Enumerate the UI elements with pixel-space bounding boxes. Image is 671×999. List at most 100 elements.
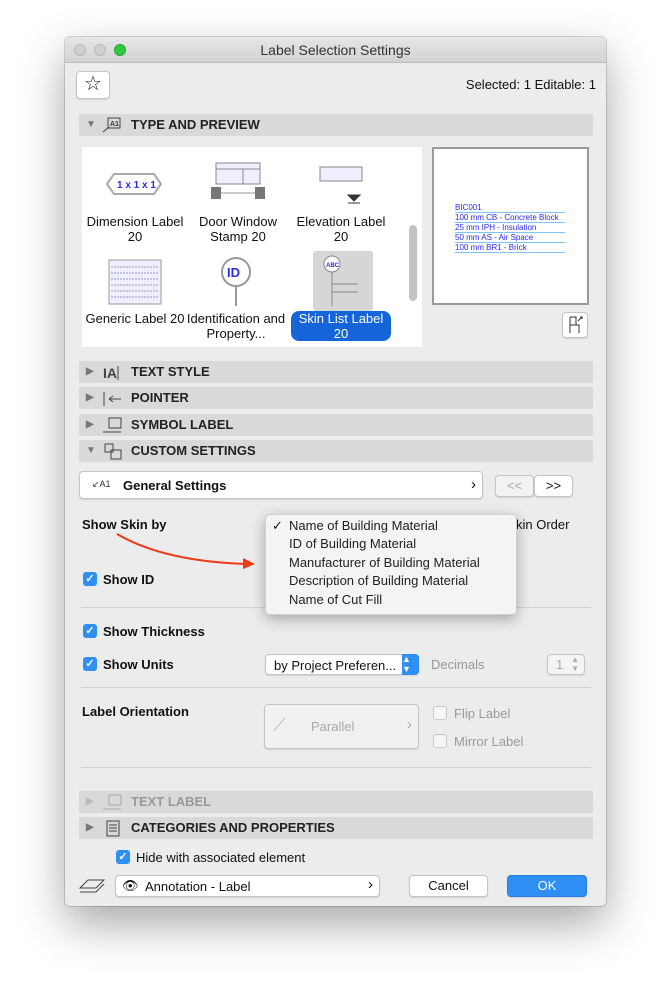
cancel-button[interactable]: Cancel — [409, 875, 488, 897]
section-title: POINTER — [131, 390, 189, 405]
section-title: CUSTOM SETTINGS — [131, 443, 256, 458]
layers-icon — [78, 879, 106, 893]
menu-item[interactable]: Manufacturer of Building Material — [289, 555, 480, 570]
page-icon: ↙A1 — [92, 479, 111, 489]
section-custom-settings[interactable]: ▼ CUSTOM SETTINGS — [79, 440, 593, 462]
menu-item[interactable]: Name of Cut Fill — [289, 592, 382, 607]
orientation-icon: ⟋ — [273, 715, 286, 735]
chair-icon — [569, 316, 583, 333]
close-button[interactable] — [74, 44, 86, 56]
favorites-button[interactable]: ☆ — [76, 71, 110, 99]
units-value: by Project Preferen... — [274, 658, 397, 673]
svg-text:ID: ID — [227, 265, 240, 280]
svg-text:1 x 1 x 1: 1 x 1 x 1 — [117, 180, 156, 191]
chevron-right-icon: › — [407, 716, 412, 733]
flip-label-label: Flip Label — [454, 706, 511, 721]
selection-count: Selected: 1 Editable: 1 — [465, 77, 596, 92]
svg-text:ABC: ABC — [326, 263, 340, 269]
show-skin-by-dropdown-menu: ✓ Name of Building Material ID of Buildi… — [265, 514, 517, 615]
show-units-label: Show Units — [103, 657, 174, 672]
star-icon: ☆ — [84, 73, 102, 95]
show-thickness-label: Show Thickness — [103, 624, 205, 639]
orientation-selector[interactable]: ⟋ Parallel › — [264, 704, 419, 749]
item-label: Generic Label 20 — [85, 311, 185, 326]
section-text-label[interactable]: ▶ TEXT LABEL — [79, 791, 593, 813]
skin-order-label: kin Order — [516, 517, 570, 532]
annotation-arrow — [116, 533, 255, 569]
decimals-label: Decimals — [431, 657, 485, 672]
mirror-label-label: Mirror Label — [454, 734, 524, 749]
preview-3d-button[interactable] — [562, 312, 588, 338]
preview-line: 100 mm CB - Concrete Block — [455, 213, 565, 223]
section-title: TEXT STYLE — [131, 364, 210, 379]
item-label: Elevation Label 20 — [296, 214, 386, 244]
orientation-value: Parallel — [311, 719, 355, 734]
dimension-label-icon: 1 x 1 x 1 — [106, 173, 162, 195]
identification-label-icon: ID — [221, 257, 251, 306]
skin-list-label-icon: ABC — [323, 255, 358, 306]
scrollbar-thumb[interactable] — [409, 225, 417, 301]
zoom-button[interactable] — [114, 44, 126, 56]
section-title: CATEGORIES AND PROPERTIES — [131, 820, 335, 835]
prev-page-button[interactable]: << — [495, 475, 534, 497]
flip-label-checkbox[interactable] — [433, 706, 447, 720]
elevation-label-icon — [319, 166, 363, 204]
layer-selector[interactable]: 👁 Annotation - Label › — [115, 875, 380, 897]
show-id-label: Show ID — [103, 572, 155, 587]
generic-label-icon — [108, 259, 162, 305]
show-units-checkbox[interactable]: ✓ — [83, 657, 97, 671]
section-title: SYMBOL LABEL — [131, 417, 234, 432]
custom-settings-icon — [104, 443, 122, 460]
minimize-button[interactable] — [94, 44, 106, 56]
disclosure-open-icon: ▼ — [86, 445, 96, 456]
section-title: TYPE AND PREVIEW — [131, 117, 260, 132]
stepper-arrows-icon: ▲ ▼ — [402, 654, 419, 675]
label-type-icon: A1 — [102, 117, 121, 133]
section-pointer[interactable]: ▶ POINTER — [79, 387, 593, 409]
decimals-stepper[interactable]: 1 ▲ ▼ — [547, 654, 585, 675]
next-page-button[interactable]: >> — [534, 475, 573, 497]
svg-text:A1: A1 — [110, 121, 119, 128]
preview-line: 50 mm AS - Air Space — [455, 233, 565, 243]
door-window-stamp-icon — [211, 162, 265, 199]
divider — [81, 767, 591, 768]
window-title: Label Selection Settings — [260, 42, 411, 58]
library-list[interactable]: 1 x 1 x 1 Dimension Label 20 Door Window… — [82, 147, 422, 347]
decimals-value: 1 — [556, 657, 564, 672]
show-skin-by-label: Show Skin by — [82, 517, 167, 532]
section-symbol-label[interactable]: ▶ SYMBOL LABEL — [79, 414, 593, 436]
mirror-label-checkbox[interactable] — [433, 734, 447, 748]
menu-item[interactable]: Description of Building Material — [289, 573, 468, 588]
text-label-icon — [103, 794, 122, 810]
label-preview: BIC001 100 mm CB - Concrete Block 25 mm … — [432, 147, 589, 305]
disclosure-closed-icon: ▶ — [86, 822, 94, 833]
section-text-style[interactable]: ▶ IA TEXT STYLE — [79, 361, 593, 383]
page-name: General Settings — [123, 478, 227, 493]
hide-with-element-checkbox[interactable]: ✓ — [116, 850, 130, 864]
ok-button[interactable]: OK — [507, 875, 587, 897]
item-label: Dimension Label 20 — [86, 214, 184, 244]
menu-item[interactable]: Name of Building Material — [289, 518, 438, 533]
section-categories-properties[interactable]: ▶ CATEGORIES AND PROPERTIES — [79, 817, 593, 839]
pointer-icon — [103, 392, 121, 406]
disclosure-closed-icon: ▶ — [86, 392, 94, 403]
item-label-selected: Skin List Label 20 — [291, 311, 391, 341]
chevron-right-icon: › — [471, 476, 476, 493]
units-select[interactable]: by Project Preferen... ▲ ▼ — [265, 654, 419, 675]
disclosure-open-icon: ▼ — [86, 119, 96, 130]
section-type-and-preview[interactable]: ▼ A1 TYPE AND PREVIEW — [79, 114, 593, 136]
disclosure-closed-icon: ▶ — [86, 796, 94, 807]
layer-value: Annotation - Label — [145, 879, 251, 894]
menu-item[interactable]: ID of Building Material — [289, 536, 416, 551]
symbol-label-icon — [103, 417, 122, 433]
svg-text:IA: IA — [103, 365, 117, 381]
page-selector[interactable]: ↙A1 General Settings › — [79, 471, 483, 499]
show-thickness-checkbox[interactable]: ✓ — [83, 624, 97, 638]
show-id-checkbox[interactable]: ✓ — [83, 572, 97, 586]
disclosure-closed-icon: ▶ — [86, 366, 94, 377]
label-orientation-label: Label Orientation — [82, 704, 189, 719]
item-label: Identification and Property... — [186, 311, 286, 341]
text-style-icon: IA — [103, 365, 119, 381]
preview-line: BIC001 — [455, 203, 565, 213]
preview-line: 100 mm BR1 - Brick — [455, 243, 565, 253]
